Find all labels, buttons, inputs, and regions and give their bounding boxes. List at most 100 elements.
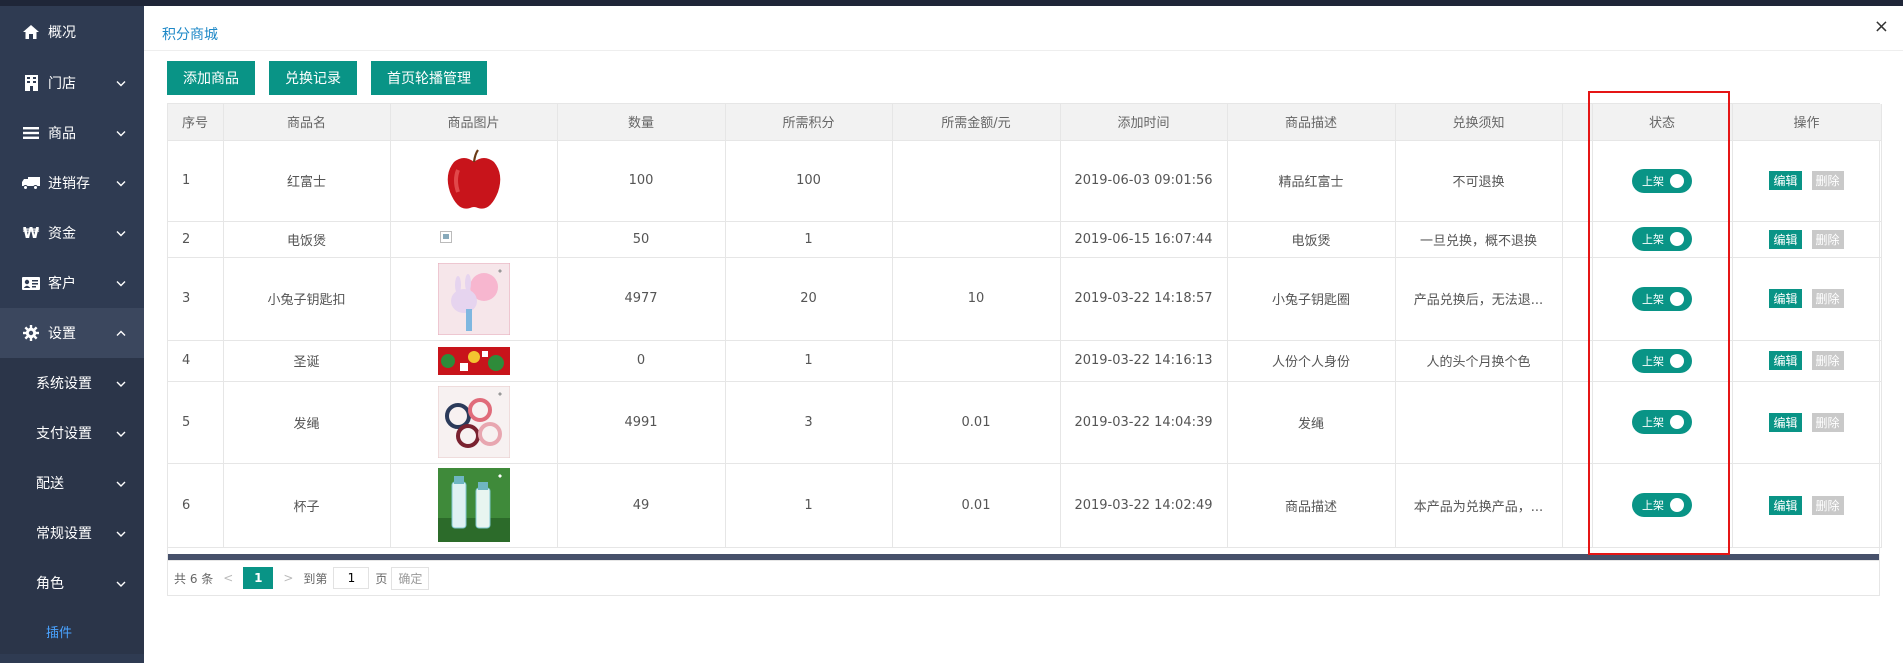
sidebar-item-label: 客户 [48, 276, 76, 292]
col-header-name: 商品名 [223, 104, 391, 141]
table-row: 5 发绳 4991 3 0.01 2019-03-22 14:04:39 发绳 … [168, 381, 1882, 464]
status-toggle[interactable]: 上架 [1632, 493, 1692, 517]
pager-page-input[interactable] [333, 567, 370, 589]
col-header-amount: 所需金额/元 [892, 104, 1061, 141]
sidebar-subitem-general-settings[interactable]: 常规设置 [0, 508, 144, 558]
cell-name: 红富士 [223, 140, 391, 222]
col-header-image: 商品图片 [390, 104, 558, 141]
cell-blank [1562, 381, 1593, 464]
add-product-button[interactable]: 添加商品 [167, 61, 255, 95]
col-header-status: 状态 [1592, 104, 1733, 141]
toggle-knob [1670, 232, 1684, 246]
edit-button[interactable]: 编辑 [1769, 412, 1802, 432]
cell-notice: 一旦兑换，概不退换 [1395, 221, 1563, 258]
cell-actions: 编辑 删除 [1732, 140, 1882, 222]
col-header-no: 序号 [168, 104, 224, 141]
cell-amount [892, 340, 1061, 382]
cell-amount: 0.01 [892, 381, 1061, 464]
list-icon [22, 125, 40, 141]
cell-amount [892, 221, 1061, 258]
sidebar-item-settings[interactable]: 设置 [0, 308, 144, 358]
status-toggle[interactable]: 上架 [1632, 286, 1692, 311]
edit-button[interactable]: 编辑 [1769, 229, 1802, 249]
toolbar: 添加商品 兑换记录 首页轮播管理 [167, 61, 487, 95]
toggle-knob [1670, 291, 1684, 306]
sidebar-subitem-plugin[interactable]: 插件 [0, 608, 144, 654]
pager-total: 共 6 条 [174, 571, 214, 586]
pager-prev-button[interactable]: < [223, 571, 233, 585]
edit-button[interactable]: 编辑 [1769, 171, 1802, 190]
delete-button[interactable]: 删除 [1811, 495, 1844, 515]
cell-amount: 0.01 [892, 463, 1061, 548]
col-header-notice: 兑换须知 [1395, 104, 1563, 141]
cell-time: 2019-03-22 14:02:49 [1060, 463, 1228, 548]
status-toggle[interactable]: 上架 [1632, 348, 1692, 373]
delete-button[interactable]: 删除 [1811, 351, 1844, 370]
pager-confirm-button[interactable]: 确定 [391, 566, 430, 590]
cell-status: 上架 [1592, 140, 1733, 222]
edit-button[interactable]: 编辑 [1769, 289, 1802, 308]
bunny-keychain-image [437, 262, 510, 335]
horizontal-scrollbar[interactable] [168, 554, 1879, 560]
cell-image [390, 340, 558, 382]
cell-actions: 编辑 删除 [1732, 257, 1882, 341]
cell-time: 2019-06-03 09:01:56 [1060, 140, 1228, 222]
cell-name: 圣诞 [223, 340, 391, 382]
delete-button[interactable]: 删除 [1811, 171, 1844, 190]
sidebar-subitem-label: 配送 [36, 476, 64, 492]
cell-status: 上架 [1592, 340, 1733, 382]
sidebar-item-funds[interactable]: ₩ 资金 [0, 208, 144, 258]
table-row: 4 圣诞 0 1 2019-03-22 14:16:13 人份个人身份 人的头个… [168, 340, 1882, 382]
cell-name: 电饭煲 [223, 221, 391, 258]
sidebar-subitem-payment-settings[interactable]: 支付设置 [0, 408, 144, 458]
hairband-image [437, 386, 510, 458]
status-toggle-label: 上架 [1642, 233, 1664, 246]
sidebar-subitem-label: 系统设置 [36, 376, 92, 392]
sidebar-subitem-system-settings[interactable]: 系统设置 [0, 358, 144, 408]
sidebar-item-goods[interactable]: 商品 [0, 108, 144, 158]
delete-button[interactable]: 删除 [1811, 229, 1844, 249]
cell-quantity: 4991 [557, 381, 726, 464]
cell-actions: 编辑 删除 [1732, 340, 1882, 382]
edit-button[interactable]: 编辑 [1769, 351, 1802, 370]
cell-time: 2019-03-22 14:04:39 [1060, 381, 1228, 464]
pager-current-page[interactable]: 1 [243, 567, 274, 589]
sidebar-subitem-delivery[interactable]: 配送 [0, 458, 144, 508]
edit-button[interactable]: 编辑 [1769, 495, 1802, 515]
cell-quantity: 49 [557, 463, 726, 548]
id-card-icon [22, 275, 40, 291]
status-toggle[interactable]: 上架 [1632, 410, 1692, 434]
chevron-down-icon [116, 176, 126, 191]
sidebar-item-label: 资金 [48, 226, 76, 242]
cell-name: 杯子 [223, 463, 391, 548]
cell-notice: 人的头个月换个色 [1395, 340, 1563, 382]
cell-description: 人份个人身份 [1227, 340, 1396, 382]
table-row: 1 红富士 100 100 2019-06-03 09:01:56 精品红富士 … [168, 140, 1882, 222]
status-toggle-label: 上架 [1642, 499, 1664, 512]
sidebar-item-inventory[interactable]: 进销存 [0, 158, 144, 208]
apple-image [447, 148, 500, 209]
status-toggle-label: 上架 [1642, 354, 1664, 368]
sidebar-item-customers[interactable]: 客户 [0, 258, 144, 308]
pager-next-button[interactable]: > [283, 571, 293, 585]
banner-management-button[interactable]: 首页轮播管理 [371, 61, 487, 95]
cell-time: 2019-03-22 14:18:57 [1060, 257, 1228, 341]
status-toggle[interactable]: 上架 [1632, 227, 1692, 251]
status-toggle[interactable]: 上架 [1632, 168, 1692, 193]
sidebar-item-store[interactable]: 门店 [0, 58, 144, 108]
cell-status: 上架 [1592, 463, 1733, 548]
delete-button[interactable]: 删除 [1811, 412, 1844, 432]
close-icon[interactable]: × [1874, 16, 1889, 37]
exchange-records-button[interactable]: 兑换记录 [269, 61, 357, 95]
chevron-down-icon [116, 226, 126, 241]
chevron-down-icon [116, 76, 126, 91]
cell-points: 1 [725, 340, 893, 382]
col-header-description: 商品描述 [1227, 104, 1396, 141]
pager-goto-label: 到第 [303, 571, 328, 586]
delete-button[interactable]: 删除 [1811, 289, 1844, 308]
christmas-image [437, 346, 510, 375]
sidebar-subitem-roles[interactable]: 角色 [0, 558, 144, 608]
col-header-time: 添加时间 [1060, 104, 1228, 141]
cell-description: 小兔子钥匙圈 [1227, 257, 1396, 341]
sidebar-item-overview[interactable]: 概况 [0, 6, 144, 58]
